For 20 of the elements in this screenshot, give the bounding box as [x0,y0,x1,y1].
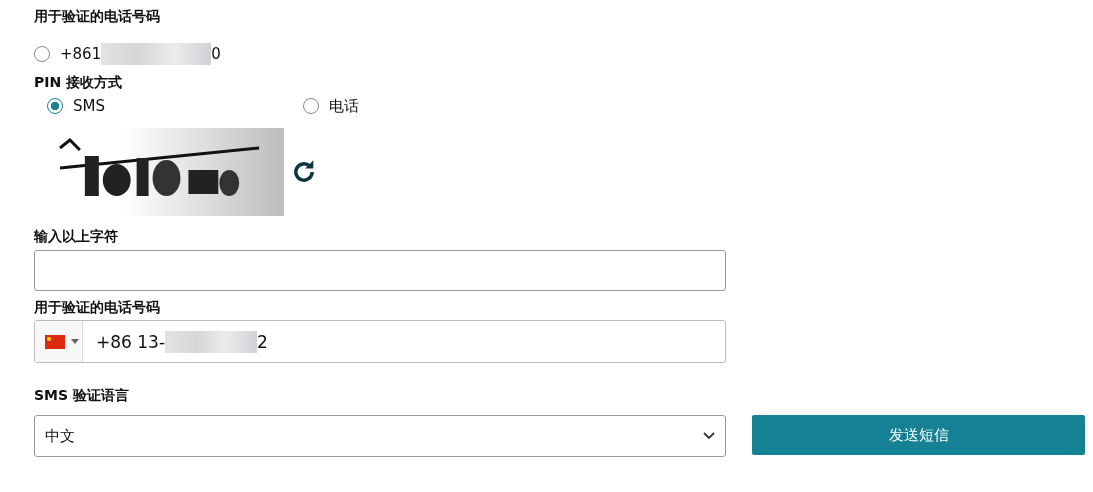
flag-icon [45,334,65,349]
field-label: 输入以上字符 [34,227,119,246]
country-selector[interactable] [35,321,83,362]
caret-icon [71,339,79,344]
send-sms-button[interactable]: 发送短信 [752,415,1085,455]
field-label: SMS 验证语言 [34,386,130,405]
phone-number: 2 [257,331,268,352]
radio-label: SMS [73,97,105,115]
field-label: PIN 接收方式 [34,73,124,92]
phone-number: 0 [211,45,221,63]
field-label: 用于验证的电话号码 [34,7,161,26]
phone-number: +861 [60,45,102,63]
phone-field[interactable]: +86 13- 2 [34,320,726,363]
field-label: 用于验证的电话号码 [34,298,161,317]
chevron-icon [703,432,715,440]
radio-button[interactable] [47,98,63,114]
radio-label: 电话 [329,96,359,116]
language-dropdown[interactable]: 中文 [34,415,726,457]
input-field[interactable] [34,250,726,291]
phone-number: +86 13- [96,331,166,352]
